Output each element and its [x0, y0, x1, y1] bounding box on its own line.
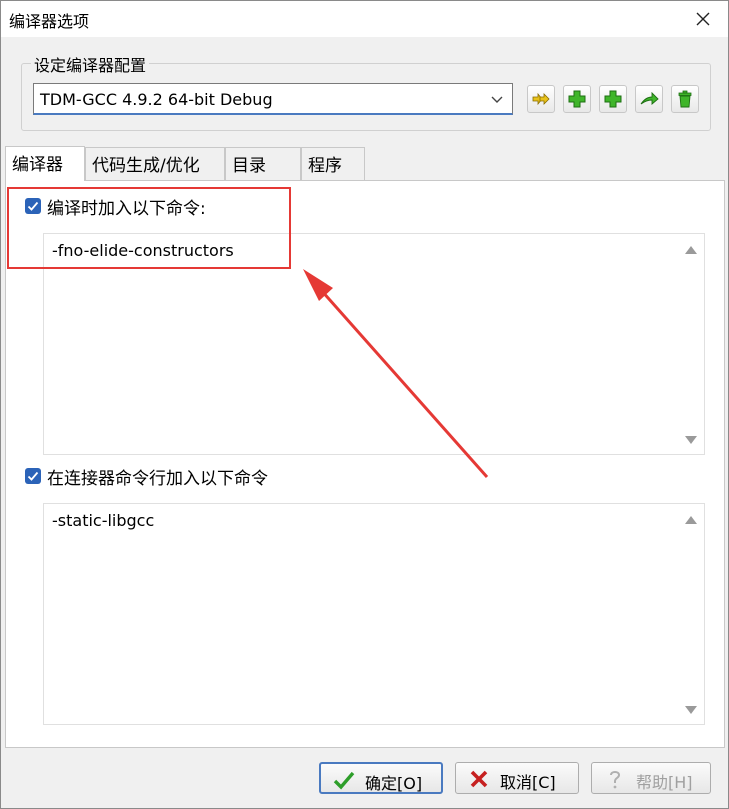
- ok-button-label: 确定[O]: [365, 774, 423, 793]
- add-copy-button[interactable]: [599, 85, 627, 113]
- rename-button[interactable]: [635, 85, 663, 113]
- help-button[interactable]: 帮助[H]: [591, 762, 711, 794]
- tab-label: 程序: [308, 156, 342, 176]
- help-icon: [610, 771, 621, 789]
- window-title: 编译器选项: [9, 12, 90, 31]
- ok-button[interactable]: 确定[O]: [319, 762, 443, 794]
- delete-button[interactable]: [671, 85, 699, 113]
- close-button[interactable]: [692, 8, 714, 30]
- tab-directories[interactable]: 目录: [225, 147, 301, 180]
- linker-commands-label: 在连接器命令行加入以下命令: [47, 469, 268, 489]
- annotation-highlight-box: [7, 187, 291, 269]
- scroll-up-icon[interactable]: [685, 246, 697, 254]
- linker-commands-value: -static-libgcc: [52, 511, 155, 530]
- add-button[interactable]: [563, 85, 591, 113]
- title-bar: 编译器选项: [1, 1, 728, 37]
- add-icon: [568, 90, 586, 108]
- tab-label: 编译器: [12, 155, 63, 175]
- tab-label: 代码生成/优化: [92, 156, 200, 176]
- linker-commands-checkbox[interactable]: [25, 468, 41, 484]
- chevron-down-icon: [491, 96, 503, 103]
- checkmark-icon: [27, 471, 39, 481]
- tab-codegen[interactable]: 代码生成/优化: [85, 147, 225, 180]
- scroll-down-icon[interactable]: [685, 436, 697, 444]
- scroll-down-icon[interactable]: [685, 706, 697, 714]
- delete-icon: [678, 90, 692, 108]
- tab-programs[interactable]: 程序: [301, 147, 365, 180]
- cross-icon: [470, 770, 488, 788]
- help-button-label: 帮助[H]: [636, 773, 693, 792]
- cancel-button[interactable]: 取消[C]: [455, 762, 579, 794]
- add-copy-icon: [604, 90, 622, 108]
- tab-compiler[interactable]: 编译器: [5, 146, 85, 181]
- cancel-button-label: 取消[C]: [500, 773, 556, 792]
- compiler-options-dialog: 编译器选项 设定编译器配置 TDM-GCC 4.9.2 64-bit Debug…: [0, 0, 729, 809]
- tab-label: 目录: [232, 156, 266, 176]
- compiler-set-value: TDM-GCC 4.9.2 64-bit Debug: [40, 90, 273, 109]
- close-icon: [696, 12, 710, 26]
- add-compiler-button[interactable]: [527, 85, 555, 113]
- scroll-up-icon[interactable]: [685, 516, 697, 524]
- checkmark-icon: [333, 771, 355, 790]
- add-compiler-icon: [532, 92, 550, 106]
- rename-icon: [640, 91, 659, 105]
- compiler-set-select[interactable]: TDM-GCC 4.9.2 64-bit Debug: [33, 83, 513, 115]
- linker-commands-textarea[interactable]: -static-libgcc: [43, 503, 705, 725]
- compiler-config-label: 设定编译器配置: [31, 52, 150, 76]
